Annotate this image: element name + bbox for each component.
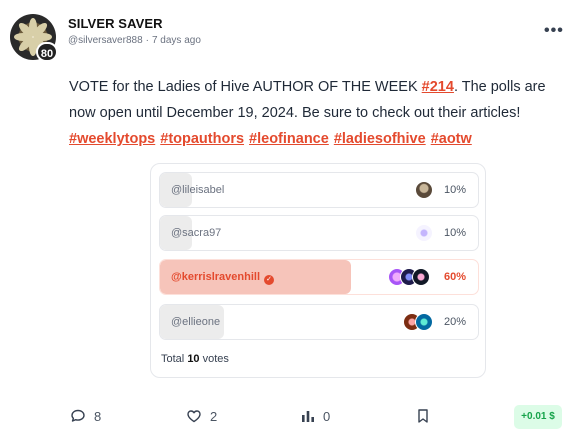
hashtag-link[interactable]: #weeklytops — [69, 131, 155, 147]
like-count: 2 — [210, 409, 218, 424]
poll-option-percent: 10% — [443, 227, 466, 239]
poll-option-percent: 10% — [443, 184, 466, 196]
poll-total: Total 10 votes — [161, 353, 229, 365]
post-body: VOTE for the Ladies of Hive AUTHOR OF TH… — [69, 74, 559, 152]
poll-option-label: @lileisabel — [171, 184, 225, 196]
poll-total-count: 10 — [187, 353, 200, 365]
poll-option-label-text: @kerrislravenhill — [171, 271, 260, 283]
poll-option-percent: 20% — [443, 316, 466, 328]
voter-avatar — [415, 313, 433, 331]
post-text-before: VOTE for the Ladies of Hive AUTHOR OF TH… — [69, 79, 422, 95]
poll-total-prefix: Total — [161, 353, 185, 365]
author-avatar[interactable]: 80 — [10, 14, 58, 62]
hashtag-link[interactable]: #leofinance — [249, 131, 329, 147]
vote-count: 0 — [323, 409, 331, 424]
voter-avatars — [403, 313, 433, 331]
bookmark-button[interactable] — [416, 408, 438, 424]
comment-icon — [71, 409, 85, 422]
voter-avatars — [415, 224, 433, 242]
voter-avatars — [415, 181, 433, 199]
poll-total-suffix: votes — [202, 353, 229, 365]
hashtag-list: #weeklytops #topauthors #leofinance #ladies… — [69, 131, 477, 147]
poll-option-label: @sacra97 — [171, 227, 222, 239]
hashtag-link[interactable]: #ladiesofhive — [334, 131, 426, 147]
comment-count: 8 — [94, 409, 102, 424]
payout-badge[interactable]: +0.01 $ — [514, 405, 562, 429]
post-card: 80 SILVER SAVER @silversaver888 · 7 days a… — [0, 0, 573, 448]
voter-avatar — [415, 224, 433, 242]
post-meta: @silversaver888 · 7 days ago — [68, 35, 201, 46]
winner-check-icon: ✓ — [264, 275, 274, 285]
poll-option[interactable]: @ellieone 20% — [159, 304, 479, 340]
hashtag-link[interactable]: #topauthors — [160, 131, 244, 147]
poll-option-label: @kerrislravenhill ✓ — [171, 271, 274, 285]
post-time: 7 days ago — [151, 35, 201, 46]
votes-button[interactable]: 0 — [301, 408, 330, 424]
voter-avatar — [412, 268, 430, 286]
poll-option-percent: 60% — [443, 271, 466, 283]
voter-avatars — [388, 268, 432, 286]
author-name[interactable]: SILVER SAVER — [68, 16, 163, 31]
voter-avatar — [415, 181, 433, 199]
heart-icon — [187, 410, 201, 423]
week-link[interactable]: #214 — [422, 79, 454, 95]
like-button[interactable]: 2 — [186, 408, 217, 424]
more-options-button[interactable]: ••• — [544, 22, 564, 40]
poll: @lileisabel 10% @sacra97 10% @kerrislrav… — [150, 163, 486, 378]
meta-separator: · — [145, 35, 149, 46]
poll-option[interactable]: @sacra97 10% — [159, 215, 479, 251]
bar-chart-icon — [302, 411, 314, 422]
author-handle[interactable]: @silversaver888 — [68, 35, 143, 46]
comments-button[interactable]: 8 — [70, 408, 101, 424]
poll-option-label: @ellieone — [171, 316, 221, 328]
poll-option[interactable]: @kerrislravenhill ✓ 60% — [159, 259, 479, 295]
poll-option[interactable]: @lileisabel 10% — [159, 172, 479, 208]
bookmark-icon — [418, 409, 428, 423]
hashtag-link[interactable]: #aotw — [431, 131, 472, 147]
reputation-badge: 80 — [36, 42, 58, 62]
